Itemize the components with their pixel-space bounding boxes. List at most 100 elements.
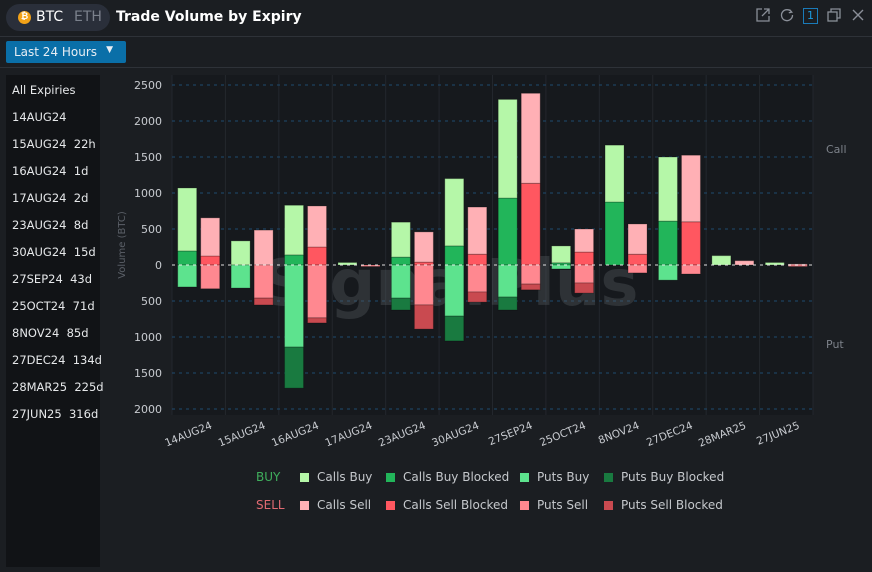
- bar-calls-sell[interactable]: [467, 206, 488, 255]
- bar-puts-buy[interactable]: [177, 264, 198, 288]
- bar-calls-buy-blocked[interactable]: [604, 201, 625, 266]
- sidebar-item-expiry[interactable]: 15AUG24 22h: [12, 137, 96, 151]
- sidebar-item-expiry[interactable]: 27DEC24 134d: [12, 353, 102, 367]
- legend-item-puts-buy[interactable]: Puts Buy: [520, 470, 589, 484]
- sidebar-item-expiry[interactable]: 23AUG24 8d: [12, 218, 88, 232]
- bar-calls-sell-blocked[interactable]: [467, 253, 488, 266]
- bar-calls-buy-blocked[interactable]: [497, 197, 518, 266]
- bar-puts-buy[interactable]: [657, 264, 678, 281]
- bar-calls-buy[interactable]: [230, 240, 251, 266]
- bitcoin-icon: ₿: [18, 11, 31, 24]
- copy-window-icon[interactable]: [826, 7, 842, 25]
- bar-calls-sell[interactable]: [520, 92, 541, 184]
- legend-item-calls-buy[interactable]: Calls Buy: [300, 470, 372, 484]
- chevron-down-icon: ▼: [106, 45, 113, 55]
- legend-item-puts-sell[interactable]: Puts Sell: [520, 498, 588, 512]
- bar-calls-sell[interactable]: [413, 231, 434, 263]
- bar-calls-sell[interactable]: [307, 205, 328, 248]
- bar-calls-buy[interactable]: [177, 187, 198, 252]
- close-icon[interactable]: [850, 7, 866, 25]
- legend-row-buy: BUY Calls Buy Calls Buy Blocked Puts Buy Pu…: [256, 470, 756, 488]
- legend-buy-label: BUY: [256, 470, 281, 484]
- legend-item-calls-sell[interactable]: Calls Sell: [300, 498, 371, 512]
- bar-calls-buy[interactable]: [711, 255, 732, 266]
- bar-calls-buy[interactable]: [284, 204, 305, 256]
- refresh-icon[interactable]: [779, 7, 795, 25]
- bar-puts-buy[interactable]: [284, 264, 305, 348]
- bar-calls-sell-blocked[interactable]: [200, 255, 221, 266]
- bar-calls-buy[interactable]: [657, 156, 678, 222]
- bar-puts-sell-blocked[interactable]: [307, 317, 328, 324]
- sidebar-item-all-expiries[interactable]: All Expiries: [12, 83, 75, 97]
- bar-puts-buy[interactable]: [497, 264, 518, 298]
- bar-puts-buy[interactable]: [230, 264, 251, 289]
- sidebar-item-expiry[interactable]: 17AUG24 2d: [12, 191, 88, 205]
- bar-puts-sell-blocked[interactable]: [467, 291, 488, 303]
- legend-item-calls-buy-blocked[interactable]: Calls Buy Blocked: [386, 470, 509, 484]
- bar-puts-buy[interactable]: [444, 264, 465, 317]
- legend-label: Puts Sell: [537, 498, 589, 512]
- legend-item-puts-buy-blocked[interactable]: Puts Buy Blocked: [604, 470, 724, 484]
- legend-item-calls-sell-blocked[interactable]: Calls Sell Blocked: [386, 498, 508, 512]
- external-link-icon[interactable]: [755, 7, 771, 25]
- bar-puts-sell[interactable]: [627, 264, 648, 274]
- bar-puts-buy[interactable]: [551, 264, 572, 270]
- bar-calls-sell[interactable]: [253, 229, 274, 266]
- bar-puts-sell[interactable]: [574, 264, 595, 284]
- bar-calls-buy-blocked[interactable]: [657, 220, 678, 266]
- bar-calls-buy[interactable]: [497, 98, 518, 199]
- bar-puts-sell-blocked[interactable]: [574, 282, 595, 294]
- coin-option-btc[interactable]: BTC: [36, 9, 63, 25]
- bar-calls-buy-blocked[interactable]: [444, 245, 465, 266]
- bar-calls-sell-blocked[interactable]: [680, 221, 701, 266]
- bar-calls-buy[interactable]: [444, 178, 465, 247]
- bar-puts-sell[interactable]: [467, 264, 488, 293]
- sidebar-item-expiry[interactable]: 8NOV24 85d: [12, 326, 89, 340]
- sidebar-item-expiry[interactable]: 14AUG24: [12, 110, 66, 124]
- bar-puts-sell[interactable]: [520, 264, 541, 285]
- bar-calls-sell-blocked[interactable]: [574, 251, 595, 266]
- sidebar-item-expiry[interactable]: 25OCT24 71d: [12, 299, 95, 313]
- bar-calls-sell-blocked[interactable]: [307, 246, 328, 266]
- bar-puts-sell[interactable]: [200, 264, 221, 290]
- legend-item-puts-sell-blocked[interactable]: Puts Sell Blocked: [604, 498, 723, 512]
- bar-puts-sell-blocked[interactable]: [413, 304, 434, 330]
- sidebar-item-expiry[interactable]: 27JUN25 316d: [12, 407, 98, 421]
- bar-calls-sell[interactable]: [200, 217, 221, 257]
- y-tick-label: 1000: [134, 187, 162, 200]
- bar-puts-sell-blocked[interactable]: [520, 283, 541, 291]
- bar-puts-buy-blocked[interactable]: [284, 346, 305, 389]
- x-tick-label: 16AUG24: [270, 420, 321, 450]
- bar-calls-buy-blocked[interactable]: [390, 256, 411, 266]
- bar-calls-buy[interactable]: [390, 221, 411, 258]
- coin-option-eth[interactable]: ETH: [74, 9, 102, 25]
- coin-toggle[interactable]: ₿ BTC ETH: [6, 4, 110, 31]
- bar-calls-buy[interactable]: [551, 245, 572, 264]
- sidebar-item-expiry[interactable]: 28MAR25 225d: [12, 380, 104, 394]
- bar-puts-sell[interactable]: [413, 264, 434, 306]
- bar-puts-buy-blocked[interactable]: [497, 296, 518, 311]
- bar-calls-sell[interactable]: [627, 223, 648, 255]
- sidebar-item-expiry[interactable]: 27SEP24 43d: [12, 272, 92, 286]
- bar-calls-sell[interactable]: [574, 228, 595, 253]
- bar-puts-sell[interactable]: [253, 264, 274, 299]
- number-one-icon[interactable]: 1: [803, 8, 818, 24]
- bar-calls-sell[interactable]: [734, 260, 755, 266]
- bar-calls-sell-blocked[interactable]: [627, 253, 648, 266]
- bar-puts-sell[interactable]: [307, 264, 328, 319]
- bar-puts-buy[interactable]: [390, 264, 411, 299]
- sidebar-item-expiry[interactable]: 16AUG24 1d: [12, 164, 88, 178]
- bar-puts-sell[interactable]: [680, 264, 701, 275]
- y-tick-label: 1000: [134, 331, 162, 344]
- bar-calls-sell-blocked[interactable]: [520, 182, 541, 266]
- bar-calls-buy-blocked[interactable]: [284, 254, 305, 266]
- bar-calls-buy[interactable]: [604, 144, 625, 203]
- sidebar-item-expiry[interactable]: 30AUG24 15d: [12, 245, 96, 259]
- bar-puts-sell-blocked[interactable]: [253, 297, 274, 306]
- bar-calls-sell[interactable]: [680, 154, 701, 223]
- time-range-dropdown[interactable]: Last 24 Hours ▼: [6, 41, 126, 63]
- bar-puts-buy-blocked[interactable]: [390, 297, 411, 311]
- bar-calls-buy-blocked[interactable]: [177, 250, 198, 266]
- bar-puts-buy-blocked[interactable]: [444, 315, 465, 342]
- y-tick-label: 0: [155, 259, 162, 272]
